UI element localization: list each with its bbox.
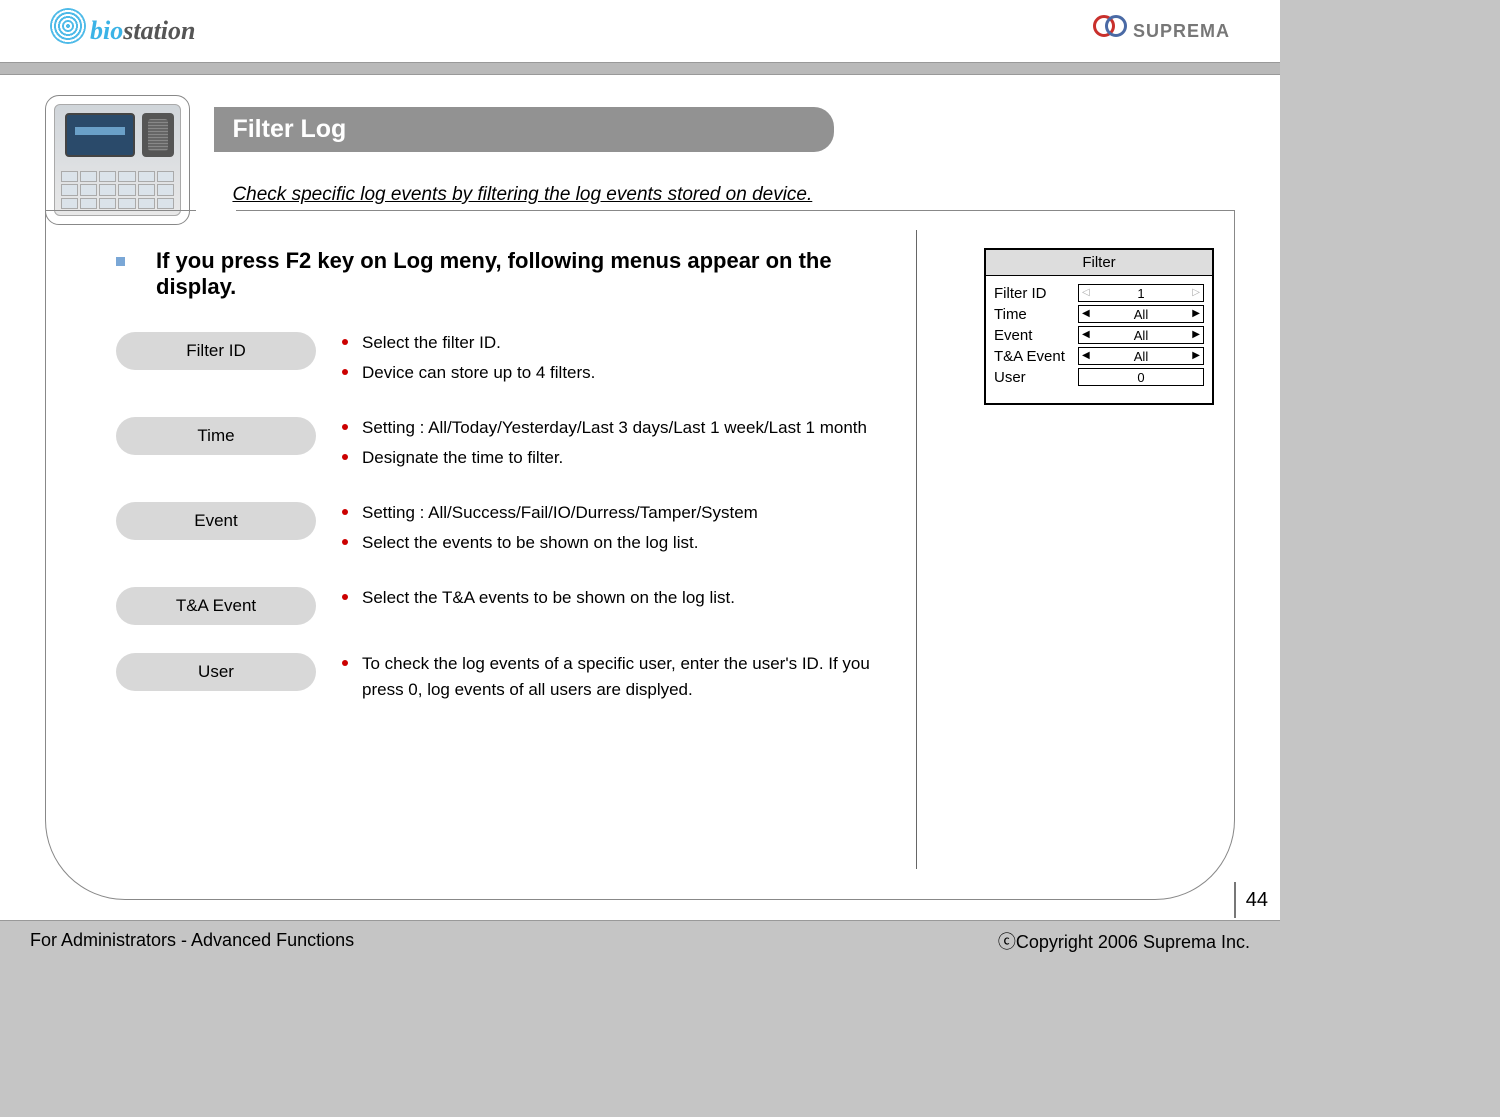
item-row: Event Setting : All/Success/Fail/IO/Durre… xyxy=(116,500,1194,559)
chevron-left-icon[interactable]: ◀ xyxy=(1082,309,1090,319)
item-pill: Event xyxy=(116,502,316,540)
item-pill: T&A Event xyxy=(116,587,316,625)
intro-text: If you press F2 key on Log meny, followi… xyxy=(156,248,876,300)
bullet: To check the log events of a specific us… xyxy=(342,651,902,702)
item-description: Setting : All/Success/Fail/IO/Durress/Ta… xyxy=(342,500,758,559)
footer-right: ⓒCopyright 2006 Suprema Inc. xyxy=(998,928,1250,954)
infinity-icon xyxy=(1093,15,1127,35)
footer: For Administrators - Advanced Functions … xyxy=(0,920,1280,960)
page-number: 44 xyxy=(1234,882,1268,918)
filter-row-field[interactable]: ◀All▶ xyxy=(1078,305,1204,323)
item-pill: Time xyxy=(116,417,316,455)
footer-left: For Administrators - Advanced Functions xyxy=(30,930,354,951)
item-pill: Filter ID xyxy=(116,332,316,370)
filter-row-field[interactable]: ◀0▶ xyxy=(1078,368,1204,386)
header-divider xyxy=(0,62,1280,75)
vertical-divider xyxy=(916,230,917,869)
page-title: Filter Log xyxy=(214,107,834,152)
chevron-right-icon[interactable]: ▶ xyxy=(1192,330,1200,340)
filter-row-value: All xyxy=(1090,328,1193,343)
item-description: Select the T&A events to be shown on the… xyxy=(342,585,735,615)
filter-row-label: Time xyxy=(994,306,1078,323)
filter-row-label: Filter ID xyxy=(994,285,1078,302)
bullet: Setting : All/Today/Yesterday/Last 3 day… xyxy=(342,415,867,441)
bullet: Select the filter ID. xyxy=(342,330,595,356)
chevron-right-icon[interactable]: ▶ xyxy=(1192,351,1200,361)
header: biostation SUPREMA xyxy=(0,0,1280,62)
chevron-left-icon[interactable]: ◀ xyxy=(1082,330,1090,340)
chevron-right-icon[interactable]: ▷ xyxy=(1192,288,1200,298)
filter-row: Event◀All▶ xyxy=(994,326,1204,344)
item-description: Setting : All/Today/Yesterday/Last 3 day… xyxy=(342,415,867,474)
item-description: To check the log events of a specific us… xyxy=(342,651,902,706)
item-row: T&A Event Select the T&A events to be sho… xyxy=(116,585,1194,625)
chevron-right-icon[interactable]: ▶ xyxy=(1192,309,1200,319)
filter-row: Time◀All▶ xyxy=(994,305,1204,323)
device-thumbnail xyxy=(45,95,190,225)
filter-row-field[interactable]: ◀All▶ xyxy=(1078,326,1204,344)
filter-panel-title: Filter xyxy=(986,250,1212,276)
swirl-icon xyxy=(50,8,86,44)
chevron-left-icon[interactable]: ◀ xyxy=(1082,351,1090,361)
item-pill: User xyxy=(116,653,316,691)
filter-row-value: 1 xyxy=(1090,286,1193,301)
logo-suprema: SUPREMA xyxy=(1093,21,1230,42)
title-row: Filter Log Check specific log events by … xyxy=(45,95,1235,225)
chevron-left-icon[interactable]: ◁ xyxy=(1082,288,1090,298)
filter-panel: Filter Filter ID◁1▷Time◀All▶Event◀All▶T&… xyxy=(984,248,1214,405)
bullet: Select the T&A events to be shown on the… xyxy=(342,585,735,611)
filter-row: T&A Event◀All▶ xyxy=(994,347,1204,365)
filter-row-label: User xyxy=(994,369,1078,386)
filter-row: User◀0▶ xyxy=(994,368,1204,386)
content-panel: If you press F2 key on Log meny, followi… xyxy=(45,210,1235,900)
manual-page: biostation SUPREMA Filter Log Check spec… xyxy=(0,0,1280,960)
bullet: Device can store up to 4 filters. xyxy=(342,360,595,386)
filter-row-label: Event xyxy=(994,327,1078,344)
bullet: Designate the time to filter. xyxy=(342,445,867,471)
filter-row-field[interactable]: ◀All▶ xyxy=(1078,347,1204,365)
filter-row: Filter ID◁1▷ xyxy=(994,284,1204,302)
filter-row-value: All xyxy=(1090,349,1193,364)
item-row: User To check the log events of a specifi… xyxy=(116,651,1194,706)
filter-row-label: T&A Event xyxy=(994,348,1078,365)
fingerprint-icon xyxy=(142,113,174,157)
page-subtitle: Check specific log events by filtering t… xyxy=(232,184,1034,206)
logo-biostation: biostation xyxy=(50,16,195,46)
filter-row-value: 0 xyxy=(1090,370,1193,385)
item-description: Select the filter ID. Device can store up… xyxy=(342,330,595,389)
filter-row-value: All xyxy=(1090,307,1193,322)
bullet: Setting : All/Success/Fail/IO/Durress/Ta… xyxy=(342,500,758,526)
item-row: Time Setting : All/Today/Yesterday/Last 3… xyxy=(116,415,1194,474)
filter-row-field[interactable]: ◁1▷ xyxy=(1078,284,1204,302)
bullet: Select the events to be shown on the log… xyxy=(342,530,758,556)
